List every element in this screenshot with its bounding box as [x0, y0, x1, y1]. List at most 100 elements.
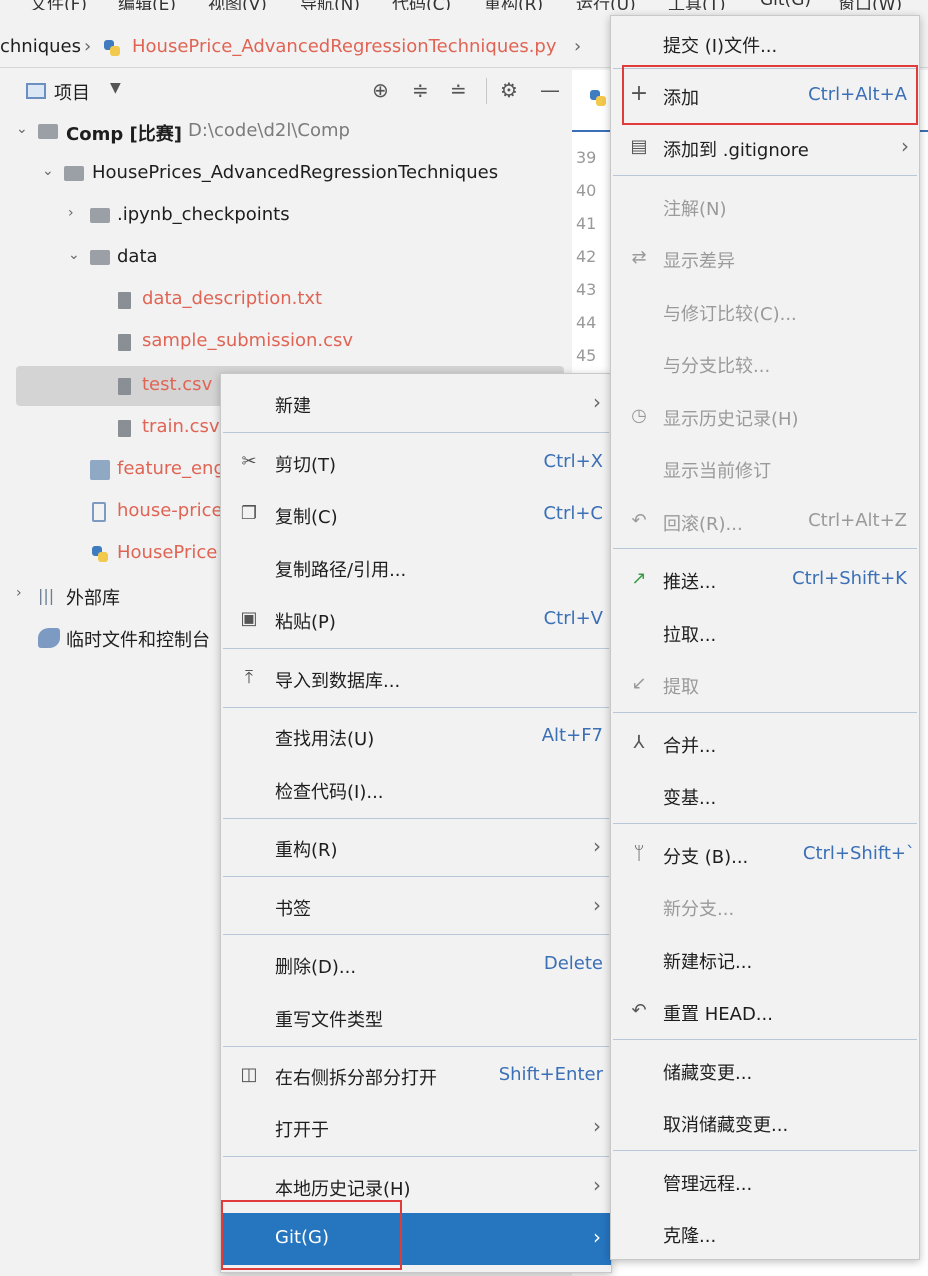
tree-item-folder[interactable]: › .ipynb_checkpoints [0, 196, 570, 236]
python-file-icon [590, 90, 606, 106]
menu-file[interactable]: 文件(F) [30, 0, 87, 10]
menu-item-new[interactable]: 新建 › [221, 378, 611, 430]
folder-icon [38, 124, 58, 139]
menu-git[interactable]: Git(G) [760, 0, 811, 10]
menu-item-copy[interactable]: ❐ 复制(C) Ctrl+C [221, 489, 611, 541]
menu-separator [223, 818, 609, 819]
menu-item-label: 提交 (I)文件... [663, 36, 778, 57]
menu-tools[interactable]: 工具(T) [668, 0, 726, 10]
menu-separator [613, 548, 917, 549]
scratches-icon [38, 628, 60, 648]
menu-item-fetch[interactable]: ↙ 提取 [611, 659, 919, 711]
menu-item-override-file-type[interactable]: 重写文件类型 [221, 992, 611, 1044]
menu-item-stash-changes[interactable]: 储藏变更... [611, 1045, 919, 1097]
menu-item-refactor[interactable]: 重构(R) › [221, 822, 611, 874]
menu-item-local-history[interactable]: 本地历史记录(H) › [221, 1161, 611, 1213]
menu-item-label: 新建 [275, 396, 311, 417]
menu-separator [613, 823, 917, 824]
tree-item-file[interactable]: data_description.txt [0, 280, 570, 320]
chevron-right-icon[interactable]: › [68, 205, 74, 221]
menu-item-label: 粘贴(P) [275, 612, 336, 633]
breadcrumb-file[interactable]: HousePrice_AdvancedRegressionTechniques.… [132, 36, 557, 57]
menu-item-compare-revision[interactable]: 与修订比较(C)... [611, 286, 919, 338]
menu-item-pull[interactable]: 拉取... [611, 607, 919, 659]
menu-item-add[interactable]: + 添加 Ctrl+Alt+A [611, 70, 919, 122]
menu-item-compare-branch[interactable]: 与分支比较... [611, 338, 919, 390]
menu-run[interactable]: 运行(U) [576, 0, 636, 10]
breadcrumb-folder[interactable]: chniques [0, 36, 81, 57]
push-arrow-icon: ↗ [631, 568, 647, 589]
archive-file-icon [92, 502, 106, 522]
menu-item-cut[interactable]: ✂ 剪切(T) Ctrl+X [221, 437, 611, 489]
tree-item-label: .ipynb_checkpoints [117, 204, 290, 225]
expand-all-icon[interactable]: ≑ [412, 78, 429, 102]
menu-item-new-tag[interactable]: 新建标记... [611, 934, 919, 986]
menu-item-import-database[interactable]: ⤒ 导入到数据库... [221, 653, 611, 705]
collapse-all-icon[interactable]: ≐ [450, 78, 467, 102]
breadcrumb-separator-icon: › [84, 36, 92, 57]
menu-item-open-split-right[interactable]: ◫ 在右侧拆分部分打开 Shift+Enter [221, 1050, 611, 1102]
line-number: 39 [576, 148, 597, 167]
chevron-down-icon[interactable]: ⌄ [42, 163, 54, 179]
project-panel-title[interactable]: 项目 [54, 79, 90, 105]
menu-item-new-branch[interactable]: 新分支... [611, 881, 919, 933]
menu-item-add-to-gitignore[interactable]: ▤ 添加到 .gitignore › [611, 122, 919, 174]
fetch-arrow-icon: ↙ [631, 673, 647, 694]
locate-icon[interactable]: ⊕ [372, 78, 389, 102]
menu-item-show-diff[interactable]: ⇄ 显示差异 [611, 233, 919, 285]
menu-item-clone[interactable]: 克隆... [611, 1208, 919, 1260]
chevron-right-icon: › [593, 390, 601, 414]
menu-item-commit-file[interactable]: 提交 (I)文件... [611, 18, 919, 70]
menu-refactor[interactable]: 重构(R) [484, 0, 543, 10]
menu-item-unstash-changes[interactable]: 取消储藏变更... [611, 1097, 919, 1149]
menu-item-git[interactable]: Git(G) › [221, 1213, 611, 1265]
gear-icon[interactable]: ⚙ [500, 78, 518, 102]
menu-item-label: 打开于 [275, 1120, 329, 1141]
menu-window[interactable]: 窗口(W) [838, 0, 902, 10]
menu-item-find-usages[interactable]: 查找用法(U) Alt+F7 [221, 711, 611, 763]
menu-item-open-in[interactable]: 打开于 › [221, 1102, 611, 1154]
menu-item-annotate[interactable]: 注解(N) [611, 181, 919, 233]
menu-item-branches[interactable]: ᛘ 分支 (B)... Ctrl+Shift+` [611, 829, 919, 881]
menu-item-label: 显示差异 [663, 251, 735, 272]
tree-item-folder[interactable]: ⌄ HousePrices_AdvancedRegressionTechniqu… [0, 154, 570, 194]
menu-item-rollback[interactable]: ↶ 回滚(R)... Ctrl+Alt+Z [611, 496, 919, 548]
menu-item-label: 在右侧拆分部分打开 [275, 1068, 437, 1089]
menu-item-label: 推送... [663, 572, 717, 593]
menu-item-manage-remotes[interactable]: 管理远程... [611, 1156, 919, 1208]
tree-item-comp[interactable]: ⌄ Comp [比赛] D:\code\d2l\Comp [0, 112, 570, 152]
minimize-icon[interactable]: — [540, 78, 560, 102]
undo-icon: ↶ [631, 510, 647, 531]
menu-item-label: 复制路径/引用... [275, 560, 407, 581]
menu-item-copy-path[interactable]: 复制路径/引用... [221, 542, 611, 594]
chevron-down-icon[interactable]: ▼ [110, 80, 121, 96]
menu-edit[interactable]: 编辑(E) [118, 0, 176, 10]
menu-item-reset-head[interactable]: ↶ 重置 HEAD... [611, 986, 919, 1038]
menu-item-label: 添加到 .gitignore [663, 140, 809, 161]
clock-icon: ◷ [631, 405, 647, 426]
menu-item-show-current-revision[interactable]: 显示当前修订 [611, 443, 919, 495]
menu-item-label: 分支 (B)... [663, 847, 749, 868]
project-panel-header: 项目 ▼ ⊕ ≑ ≐ ⚙ — [0, 70, 570, 112]
chevron-down-icon[interactable]: ⌄ [16, 121, 28, 137]
menu-item-rebase[interactable]: 变基... [611, 770, 919, 822]
menu-view[interactable]: 视图(V) [208, 0, 267, 10]
tree-item-label: 临时文件和控制台 [66, 630, 210, 651]
menu-item-label: 显示历史记录(H) [663, 409, 799, 430]
menu-item-inspect-code[interactable]: 检查代码(I)... [221, 764, 611, 816]
menu-item-push[interactable]: ↗ 推送... Ctrl+Shift+K [611, 554, 919, 606]
menu-navigate[interactable]: 导航(N) [300, 0, 360, 10]
tree-item-file[interactable]: sample_submission.csv [0, 322, 570, 362]
menu-item-delete[interactable]: 删除(D)... Delete [221, 939, 611, 991]
tree-item-folder[interactable]: ⌄ data [0, 238, 570, 278]
chevron-right-icon[interactable]: › [16, 585, 22, 601]
git-submenu: 提交 (I)文件... + 添加 Ctrl+Alt+A ▤ 添加到 .gitig… [610, 15, 920, 1260]
gitignore-file-icon: ▤ [630, 136, 648, 157]
menu-item-label: 重写文件类型 [275, 1010, 383, 1031]
menu-code[interactable]: 代码(C) [392, 0, 451, 10]
menu-item-bookmarks[interactable]: 书签 › [221, 881, 611, 933]
menu-item-show-history[interactable]: ◷ 显示历史记录(H) [611, 391, 919, 443]
menu-item-paste[interactable]: ▣ 粘贴(P) Ctrl+V [221, 594, 611, 646]
menu-item-merge[interactable]: ⅄ 合并... [611, 718, 919, 770]
chevron-down-icon[interactable]: ⌄ [68, 247, 80, 263]
